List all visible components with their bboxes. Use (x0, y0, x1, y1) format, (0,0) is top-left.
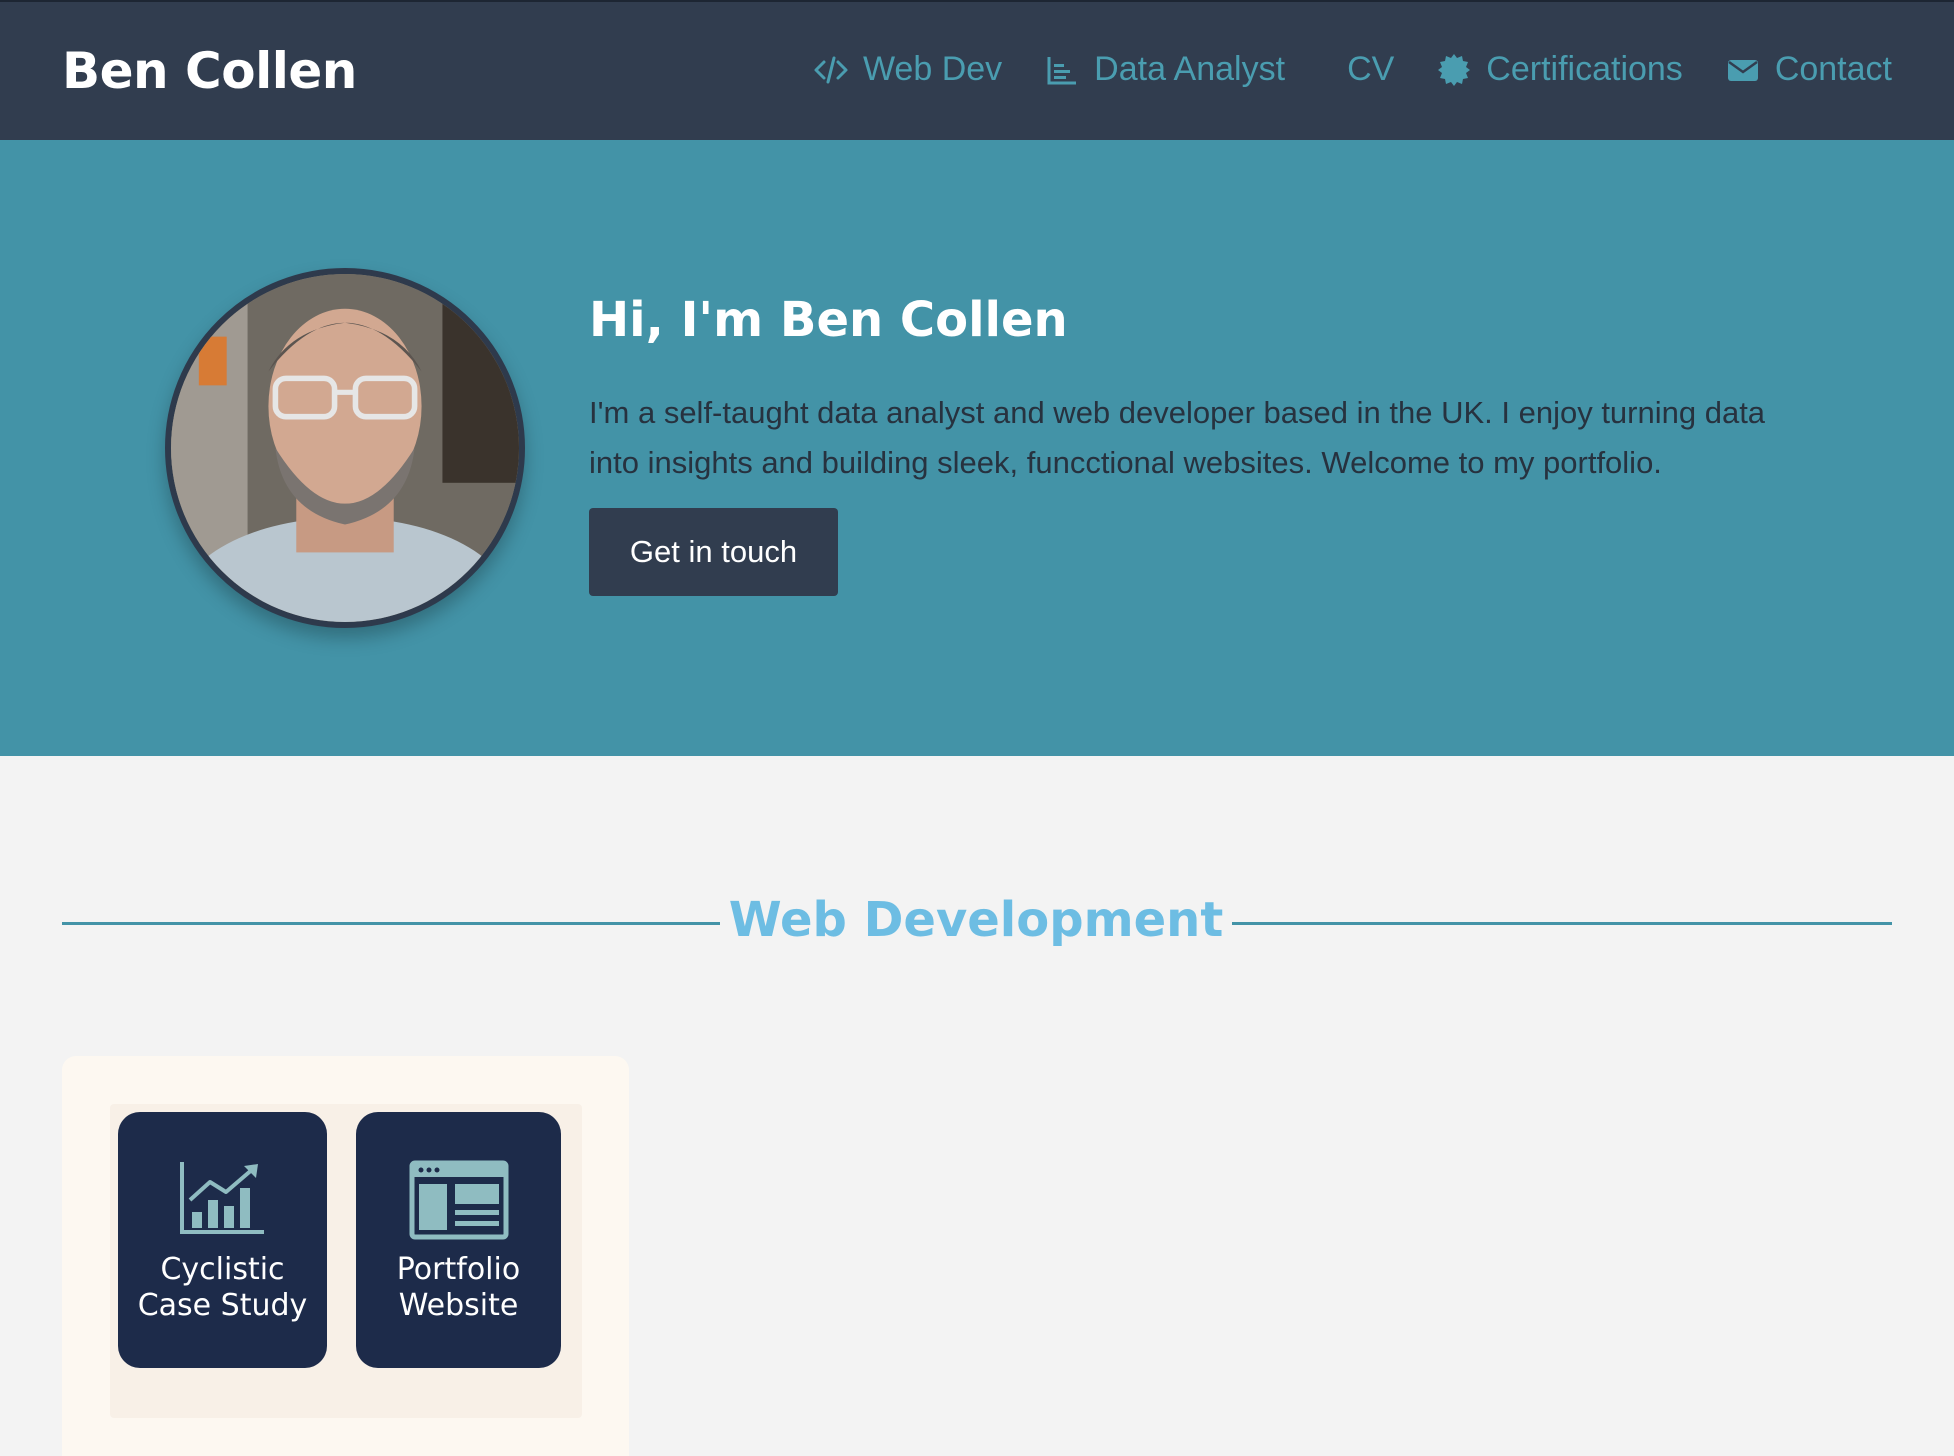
hero-section: Hi, I'm Ben Collen I'm a self-taught dat… (0, 140, 1954, 756)
nav-data-analyst-label: Data Analyst (1094, 50, 1286, 88)
nav-cv[interactable]: CV (1347, 50, 1394, 89)
nav-web-dev-label: Web Dev (862, 50, 1003, 88)
main-nav: Web Dev Data Analyst CV Certifications C… (771, 50, 1892, 89)
nav-contact-label: Contact (1774, 50, 1892, 88)
section-divider-left (62, 922, 720, 925)
project-title-line2: Case Study (137, 1288, 308, 1323)
bar-chart-icon (1044, 52, 1080, 88)
projects-card-inner: Cyclistic Case Study Portfolio Website (110, 1104, 582, 1418)
growth-chart-icon (178, 1160, 268, 1241)
project-tile-label: Cyclistic Case Study (118, 1252, 327, 1324)
section-divider-right (1232, 922, 1892, 925)
nav-contact[interactable]: Contact (1725, 50, 1892, 89)
nav-data-analyst[interactable]: Data Analyst (1044, 50, 1285, 89)
project-tile-label: Portfolio Website (356, 1252, 561, 1324)
site-header: Ben Collen Web Dev Data Analyst CV Certi… (0, 0, 1954, 140)
projects-card: Cyclistic Case Study Portfolio Website (62, 1056, 629, 1456)
browser-window-icon (409, 1160, 509, 1245)
site-brand[interactable]: Ben Collen (62, 42, 357, 100)
nav-web-dev[interactable]: Web Dev (813, 50, 1002, 89)
project-tile-portfolio[interactable]: Portfolio Website (356, 1112, 561, 1368)
hero-intro-text: I'm a self-taught data analyst and web d… (589, 395, 1766, 480)
hero-title: Hi, I'm Ben Collen (589, 292, 1068, 348)
get-in-touch-button[interactable]: Get in touch (589, 508, 838, 596)
project-title-line1: Cyclistic (160, 1252, 285, 1287)
project-title-line1: Portfolio (396, 1252, 521, 1287)
section-title: Web Development (728, 892, 1224, 948)
profile-photo (165, 268, 525, 628)
nav-certifications[interactable]: Certifications (1436, 50, 1683, 89)
project-title-line2: Website (398, 1288, 519, 1323)
code-icon (813, 52, 849, 88)
project-tile-cyclistic[interactable]: Cyclistic Case Study (118, 1112, 327, 1368)
nav-cv-label: CV (1347, 50, 1395, 88)
envelope-icon (1725, 52, 1761, 88)
nav-certifications-label: Certifications (1486, 50, 1683, 88)
badge-icon (1436, 52, 1472, 88)
